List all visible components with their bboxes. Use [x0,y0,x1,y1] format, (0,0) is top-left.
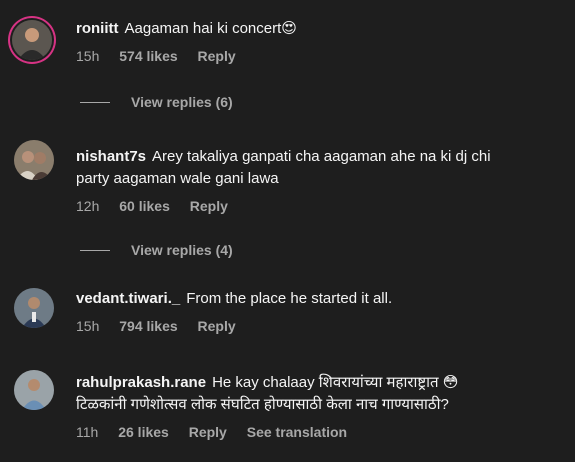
username[interactable]: vedant.tiwari._ [76,290,180,307]
avatar[interactable] [14,370,54,410]
avatar[interactable] [14,288,54,328]
likes-count[interactable]: 794 likes [119,318,177,334]
view-replies-button[interactable]: View replies (6) [80,94,233,110]
reply-button[interactable]: Reply [198,318,236,334]
username[interactable]: nishant7s [76,148,146,165]
timestamp: 15h [76,318,100,334]
timestamp: 12h [76,198,100,214]
likes-count[interactable]: 26 likes [118,424,169,440]
timestamp: 11h [76,424,99,440]
comment-meta: 12h 60 likes Reply [76,198,555,214]
comment-meta: 15h 574 likes Reply [76,48,555,64]
avatar[interactable] [12,20,52,60]
comment-text: vedant.tiwari._ From the place he started… [76,290,393,307]
likes-count[interactable]: 60 likes [119,198,170,214]
view-replies-button[interactable]: View replies (4) [80,242,233,258]
divider [80,249,110,251]
comment-text: roniitt Aagaman hai ki concert😍 [76,20,297,37]
comment-meta: 11h 26 likes Reply See translation [76,424,555,440]
see-translation-button[interactable]: See translation [247,424,347,440]
divider [80,101,110,103]
username[interactable]: rahulprakash.rane [76,374,206,391]
avatar[interactable] [14,140,54,180]
comment-text: rahulprakash.rane He kay chalaay शिवरायां… [76,374,459,413]
timestamp: 15h [76,48,100,64]
heart-eyes-emoji-icon: 😍 [281,20,297,37]
reply-button[interactable]: Reply [189,424,227,440]
flushed-face-emoji-icon: 😳 [442,374,459,391]
comment-text: nishant7s Arey takaliya ganpati cha aagam… [76,148,491,187]
comment-meta: 15h 794 likes Reply [76,318,555,334]
reply-button[interactable]: Reply [198,48,236,64]
likes-count[interactable]: 574 likes [119,48,177,64]
reply-button[interactable]: Reply [190,198,228,214]
username[interactable]: roniitt [76,20,119,37]
